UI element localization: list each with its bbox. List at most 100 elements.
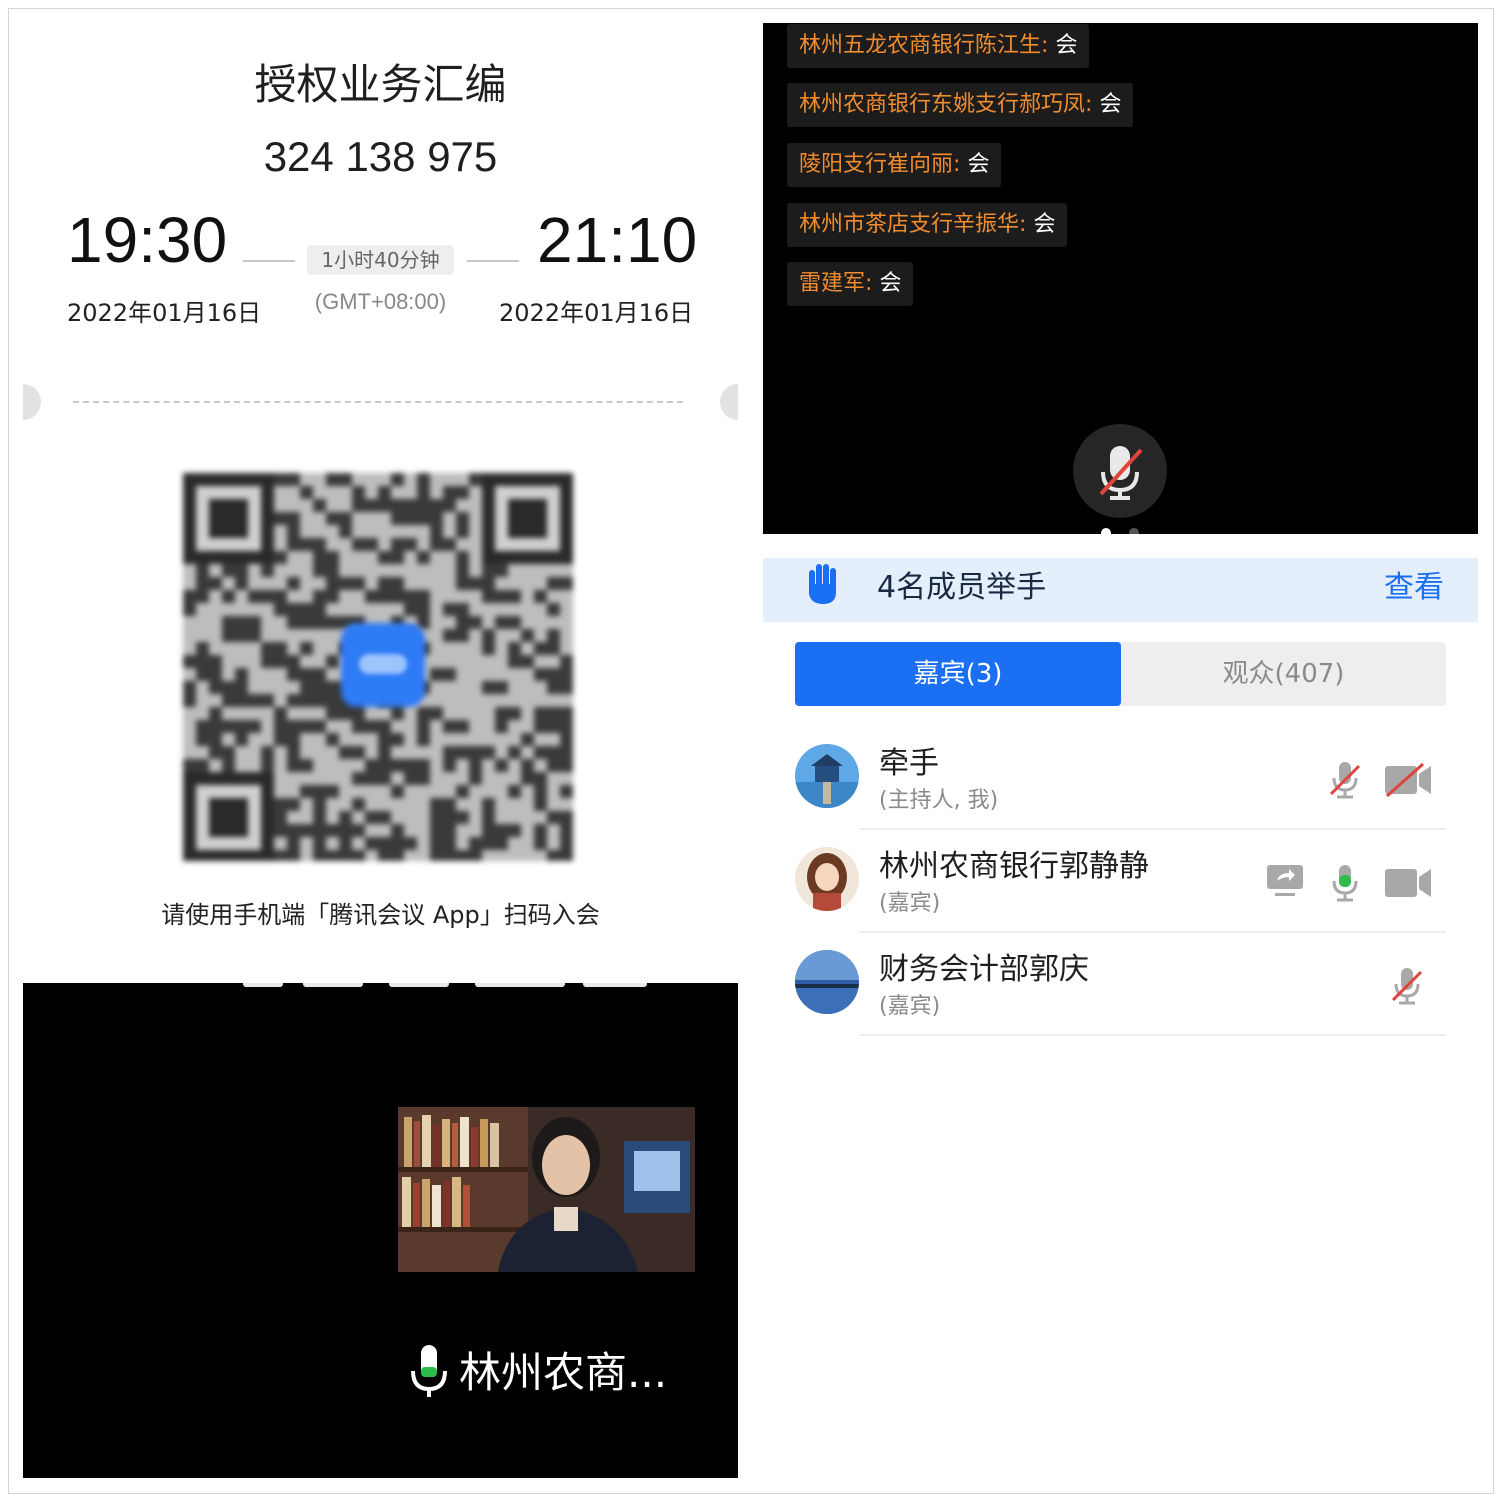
qr-module — [404, 499, 417, 512]
participant-row[interactable]: 牵手 (主持人, 我) — [763, 726, 1478, 830]
video-view: 林州农商... — [23, 983, 738, 1478]
qr-module — [365, 499, 378, 512]
qr-module — [508, 655, 521, 668]
participant-row[interactable]: 林州农商银行郭静静 (嘉宾) — [763, 829, 1478, 933]
camera-off-icon[interactable] — [1383, 762, 1433, 798]
qr-module — [352, 538, 365, 551]
qr-module — [222, 564, 235, 577]
qr-module — [261, 759, 274, 772]
qr-module — [469, 772, 482, 785]
qr-module — [482, 811, 495, 824]
qr-module — [469, 759, 482, 772]
qr-module — [547, 707, 560, 720]
qr-module — [391, 551, 404, 564]
qr-module — [547, 681, 560, 694]
qr-module — [235, 681, 248, 694]
qr-module — [521, 629, 534, 642]
qr-module — [547, 746, 560, 759]
qr-module — [352, 486, 365, 499]
qr-module — [430, 499, 443, 512]
chat-separator: : — [1041, 33, 1049, 58]
qr-finder — [183, 473, 274, 564]
qr-module — [326, 616, 339, 629]
qr-module — [378, 499, 391, 512]
qr-module — [547, 642, 560, 655]
qr-module — [287, 798, 300, 811]
qr-module — [391, 850, 404, 861]
qr-module — [274, 603, 287, 616]
qr-module — [443, 759, 456, 772]
page-indicator-dot[interactable] — [1101, 528, 1111, 534]
qr-module — [534, 746, 547, 759]
qr-module — [287, 824, 300, 837]
mic-muted-icon[interactable] — [1327, 760, 1363, 800]
qr-module — [209, 720, 222, 733]
qr-module — [326, 850, 339, 861]
qr-module — [235, 733, 248, 746]
qr-module — [508, 590, 521, 603]
qr-module — [274, 707, 287, 720]
qr-module — [287, 603, 300, 616]
qr-module — [430, 824, 443, 837]
qr-module — [274, 590, 287, 603]
screen-share-icon[interactable] — [1265, 863, 1305, 899]
qr-module — [287, 850, 300, 861]
qr-module — [508, 785, 521, 798]
qr-module — [274, 655, 287, 668]
camera-on-icon[interactable] — [1383, 865, 1433, 901]
participant-video-tile[interactable] — [398, 1107, 695, 1272]
qr-module — [313, 681, 326, 694]
mic-muted-icon[interactable] — [1389, 966, 1425, 1006]
qr-module — [274, 733, 287, 746]
start-time: 19:30 — [67, 204, 228, 276]
chat-separator: : — [1085, 92, 1093, 117]
qr-module — [196, 759, 209, 772]
mute-toggle-button[interactable] — [1073, 424, 1167, 518]
qr-module — [417, 772, 430, 785]
qr-module — [456, 577, 469, 590]
qr-module — [313, 616, 326, 629]
qr-module — [196, 642, 209, 655]
qr-module — [547, 603, 560, 616]
page-indicator-dot[interactable] — [1129, 528, 1139, 534]
qr-finder — [183, 772, 274, 861]
qr-module — [560, 681, 573, 694]
qr-module — [482, 681, 495, 694]
qr-module — [326, 551, 339, 564]
qr-module — [313, 694, 326, 707]
qr-module — [287, 538, 300, 551]
qr-module — [547, 759, 560, 772]
qr-module — [378, 772, 391, 785]
qr-module — [508, 707, 521, 720]
qr-module — [495, 707, 508, 720]
qr-module — [443, 824, 456, 837]
view-raised-hands-link[interactable]: 查看 — [1384, 562, 1444, 606]
chat-message: 林州市茶店支行辛振华: 会 — [787, 203, 1068, 247]
participant-tabs: 嘉宾(3) 观众(407) — [795, 642, 1446, 706]
qr-module — [300, 616, 313, 629]
participant-row[interactable]: 财务会计部郭庆 (嘉宾) — [763, 932, 1478, 1036]
qr-module — [235, 616, 248, 629]
qr-module — [560, 850, 573, 861]
qr-module — [209, 733, 222, 746]
chat-message: 林州农商银行东姚支行郝巧凤: 会 — [787, 83, 1134, 127]
avatar — [795, 950, 859, 1014]
qr-module — [456, 629, 469, 642]
qr-module — [391, 499, 404, 512]
qr-module — [534, 785, 547, 798]
qr-module — [547, 811, 560, 824]
scan-hint: 请使用手机端「腾讯会议 App」扫码入会 — [161, 901, 600, 929]
tab-guests[interactable]: 嘉宾(3) — [795, 642, 1121, 706]
qr-module — [391, 707, 404, 720]
qr-module — [417, 707, 430, 720]
qr-module — [391, 512, 404, 525]
qr-module — [339, 837, 352, 850]
mic-active-icon[interactable] — [1327, 863, 1363, 903]
qr-module — [391, 538, 404, 551]
qr-module — [287, 577, 300, 590]
qr-module — [443, 629, 456, 642]
qr-module — [508, 824, 521, 837]
qr-module — [326, 564, 339, 577]
raise-hand-banner[interactable]: 4名成员举手 查看 — [763, 558, 1478, 622]
tab-audience[interactable]: 观众(407) — [1121, 642, 1446, 706]
